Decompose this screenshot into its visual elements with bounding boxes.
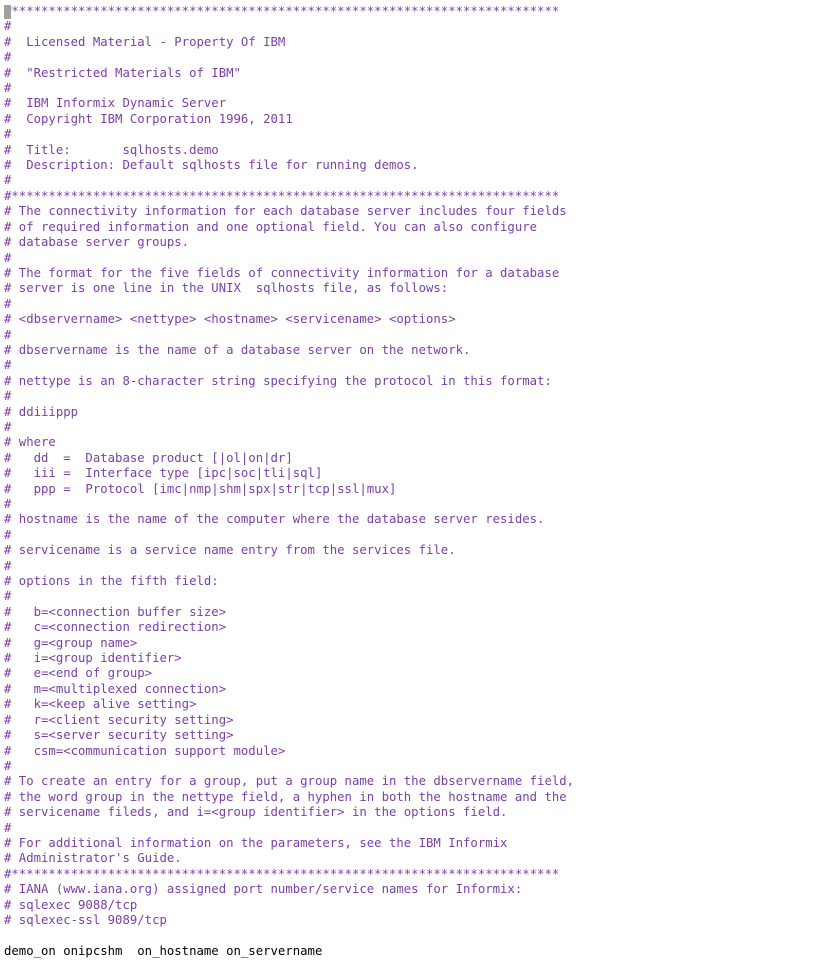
config-line: demo_on onipcshm on_hostname on_serverna…: [4, 944, 322, 958]
comment-line: #: [4, 173, 11, 187]
comment-line: #***************************************…: [4, 189, 559, 203]
comment-line: # <dbservername> <nettype> <hostname> <s…: [4, 312, 456, 326]
comment-line: #***************************************…: [4, 867, 559, 881]
comment-line: # csm=<communication support module>: [4, 744, 285, 758]
comment-line: # where: [4, 435, 56, 449]
comment-line: # servicename fileds, and i=<group ident…: [4, 805, 507, 819]
comment-line: # iii = Interface type [ipc|soc|tli|sql]: [4, 466, 322, 480]
comment-line: # For additional information on the para…: [4, 836, 507, 850]
comment-line: # options in the fifth field:: [4, 574, 219, 588]
comment-line: #: [4, 821, 11, 835]
comment-line: # The format for the five fields of conn…: [4, 266, 559, 280]
comment-line: #: [4, 389, 11, 403]
comment-line: #: [4, 127, 11, 141]
comment-line: # the word group in the nettype field, a…: [4, 790, 567, 804]
comment-line: # servicename is a service name entry fr…: [4, 543, 456, 557]
comment-line: #: [4, 50, 11, 64]
comment-line: # ppp = Protocol [imc|nmp|shm|spx|str|tc…: [4, 482, 396, 496]
comment-line: # To create an entry for a group, put a …: [4, 774, 574, 788]
comment-line: #: [4, 81, 11, 95]
comment-line: # dbservername is the name of a database…: [4, 343, 470, 357]
comment-line: #: [4, 358, 11, 372]
comment-line: # IBM Informix Dynamic Server: [4, 96, 226, 110]
comment-line: # Description: Default sqlhosts file for…: [4, 158, 419, 172]
comment-line: # sqlexec 9088/tcp: [4, 898, 137, 912]
comment-line: #: [4, 420, 11, 434]
comment-line: # Licensed Material - Property Of IBM: [4, 35, 285, 49]
comment-line: # k=<keep alive setting>: [4, 697, 197, 711]
comment-line: # database server groups.: [4, 235, 189, 249]
comment-line: #: [4, 559, 11, 573]
comment-line: # g=<group name>: [4, 636, 137, 650]
comment-line: # The connectivity information for each …: [4, 204, 567, 218]
comment-line: # r=<client security setting>: [4, 713, 234, 727]
comment-line: # server is one line in the UNIX sqlhost…: [4, 281, 448, 295]
comment-line: # ddiiippp: [4, 405, 78, 419]
comment-line: # Copyright IBM Corporation 1996, 2011: [4, 112, 293, 126]
comment-line: # hostname is the name of the computer w…: [4, 512, 544, 526]
comment-line: # "Restricted Materials of IBM": [4, 66, 241, 80]
sqlhosts-document: #***************************************…: [0, 0, 828, 963]
comment-line: # s=<server security setting>: [4, 728, 234, 742]
comment-line: #: [4, 589, 11, 603]
comment-line: #***************************************…: [4, 4, 559, 18]
comment-line: #: [4, 251, 11, 265]
comment-line: #: [4, 528, 11, 542]
comment-line: #: [4, 297, 11, 311]
comment-line: # of required information and one option…: [4, 220, 537, 234]
comment-line: # m=<multiplexed connection>: [4, 682, 226, 696]
text-cursor: [4, 5, 11, 19]
comment-line: # nettype is an 8-character string speci…: [4, 374, 552, 388]
comment-line: #: [4, 328, 11, 342]
comment-line: # sqlexec-ssl 9089/tcp: [4, 913, 167, 927]
comment-line: # IANA (www.iana.org) assigned port numb…: [4, 882, 522, 896]
comment-line: # Administrator's Guide.: [4, 851, 182, 865]
comment-line: # b=<connection buffer size>: [4, 605, 226, 619]
comment-line: #: [4, 19, 11, 33]
comment-line: # i=<group identifier>: [4, 651, 182, 665]
comment-line: # Title: sqlhosts.demo: [4, 143, 219, 157]
comment-line: # c=<connection redirection>: [4, 620, 226, 634]
comment-line: #: [4, 497, 11, 511]
comment-line: # e=<end of group>: [4, 666, 152, 680]
comment-line: # dd = Database product [|ol|on|dr]: [4, 451, 293, 465]
comment-line: #: [4, 759, 11, 773]
